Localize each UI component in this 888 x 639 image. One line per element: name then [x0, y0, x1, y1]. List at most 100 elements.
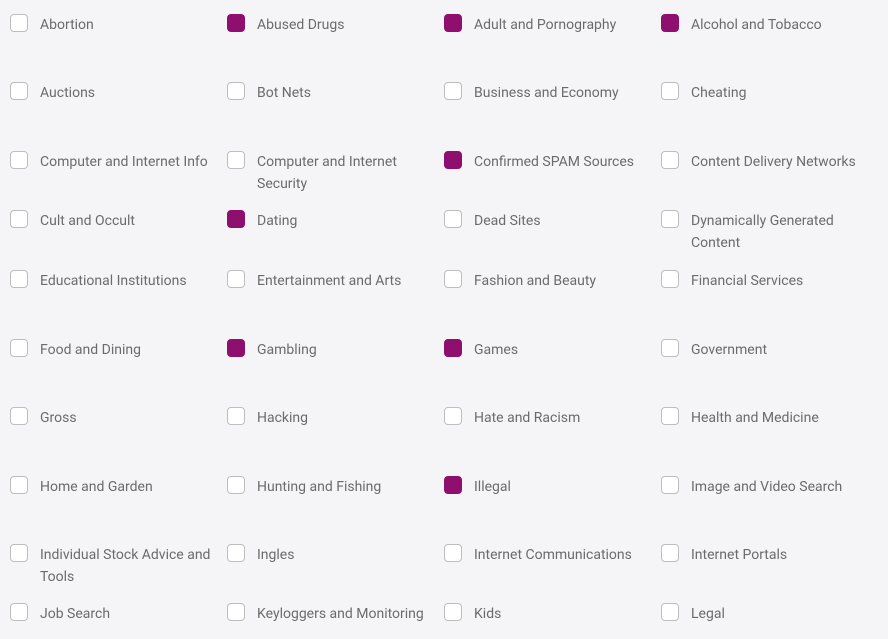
checkbox-dynamically-generated-content[interactable] [661, 210, 679, 228]
checkbox-image-and-video-search[interactable] [661, 476, 679, 494]
category-item-hate-and-racism: Hate and Racism [444, 407, 661, 429]
category-label[interactable]: Home and Garden [40, 476, 153, 498]
category-label[interactable]: Keyloggers and Monitoring [257, 603, 424, 625]
checkbox-cheating[interactable] [661, 82, 679, 100]
checkbox-computer-and-internet-info[interactable] [10, 151, 28, 169]
category-label[interactable]: Alcohol and Tobacco [691, 14, 822, 36]
category-label[interactable]: Abortion [40, 14, 94, 36]
checkbox-hacking[interactable] [227, 407, 245, 425]
category-label[interactable]: Hacking [257, 407, 308, 429]
category-item-government: Government [661, 339, 878, 361]
category-label[interactable]: Individual Stock Advice and Tools [40, 544, 219, 589]
category-item-abused-drugs: Abused Drugs [227, 14, 444, 36]
checkbox-government[interactable] [661, 339, 679, 357]
category-item-cult-and-occult: Cult and Occult [10, 210, 227, 232]
category-item-illegal: Illegal [444, 476, 661, 498]
category-label[interactable]: Financial Services [691, 270, 803, 292]
checkbox-legal[interactable] [661, 603, 679, 621]
category-label[interactable]: Ingles [257, 544, 294, 566]
category-item-dating: Dating [227, 210, 444, 232]
category-label[interactable]: Confirmed SPAM Sources [474, 151, 634, 173]
checkbox-abused-drugs[interactable] [227, 14, 245, 32]
category-item-content-delivery-networks: Content Delivery Networks [661, 151, 878, 173]
category-label[interactable]: Cult and Occult [40, 210, 135, 232]
checkbox-bot-nets[interactable] [227, 82, 245, 100]
category-item-food-and-dining: Food and Dining [10, 339, 227, 361]
checkbox-home-and-garden[interactable] [10, 476, 28, 494]
category-label[interactable]: Dating [257, 210, 297, 232]
category-label[interactable]: Fashion and Beauty [474, 270, 596, 292]
checkbox-hate-and-racism[interactable] [444, 407, 462, 425]
category-label[interactable]: Internet Communications [474, 544, 632, 566]
category-item-alcohol-and-tobacco: Alcohol and Tobacco [661, 14, 878, 36]
category-item-auctions: Auctions [10, 82, 227, 104]
category-label[interactable]: Abused Drugs [257, 14, 344, 36]
checkbox-fashion-and-beauty[interactable] [444, 270, 462, 288]
category-label[interactable]: Government [691, 339, 767, 361]
category-label[interactable]: Computer and Internet Info [40, 151, 208, 173]
checkbox-job-search[interactable] [10, 603, 28, 621]
category-item-dynamically-generated-content: Dynamically Generated Content [661, 210, 878, 255]
category-label[interactable]: Adult and Pornography [474, 14, 616, 36]
checkbox-health-and-medicine[interactable] [661, 407, 679, 425]
category-label[interactable]: Computer and Internet Security [257, 151, 436, 196]
category-label[interactable]: Food and Dining [40, 339, 141, 361]
checkbox-kids[interactable] [444, 603, 462, 621]
category-item-internet-portals: Internet Portals [661, 544, 878, 566]
category-item-kids: Kids [444, 603, 661, 625]
checkbox-abortion[interactable] [10, 14, 28, 32]
category-label[interactable]: Bot Nets [257, 82, 311, 104]
category-item-financial-services: Financial Services [661, 270, 878, 292]
checkbox-financial-services[interactable] [661, 270, 679, 288]
checkbox-dating[interactable] [227, 210, 245, 228]
category-label[interactable]: Internet Portals [691, 544, 787, 566]
checkbox-dead-sites[interactable] [444, 210, 462, 228]
checkbox-gambling[interactable] [227, 339, 245, 357]
checkbox-ingles[interactable] [227, 544, 245, 562]
category-item-confirmed-spam-sources: Confirmed SPAM Sources [444, 151, 661, 173]
category-label[interactable]: Hate and Racism [474, 407, 580, 429]
checkbox-educational-institutions[interactable] [10, 270, 28, 288]
category-label[interactable]: Dynamically Generated Content [691, 210, 870, 255]
category-item-dead-sites: Dead Sites [444, 210, 661, 232]
category-label[interactable]: Cheating [691, 82, 746, 104]
checkbox-illegal[interactable] [444, 476, 462, 494]
category-label[interactable]: Content Delivery Networks [691, 151, 856, 173]
category-item-job-search: Job Search [10, 603, 227, 625]
checkbox-cult-and-occult[interactable] [10, 210, 28, 228]
checkbox-individual-stock-advice-and-tools[interactable] [10, 544, 28, 562]
checkbox-games[interactable] [444, 339, 462, 357]
category-label[interactable]: Gross [40, 407, 77, 429]
checkbox-hunting-and-fishing[interactable] [227, 476, 245, 494]
category-label[interactable]: Hunting and Fishing [257, 476, 381, 498]
checkbox-auctions[interactable] [10, 82, 28, 100]
category-label[interactable]: Auctions [40, 82, 95, 104]
checkbox-entertainment-and-arts[interactable] [227, 270, 245, 288]
category-label[interactable]: Educational Institutions [40, 270, 187, 292]
checkbox-confirmed-spam-sources[interactable] [444, 151, 462, 169]
checkbox-content-delivery-networks[interactable] [661, 151, 679, 169]
category-item-bot-nets: Bot Nets [227, 82, 444, 104]
checkbox-gross[interactable] [10, 407, 28, 425]
checkbox-internet-portals[interactable] [661, 544, 679, 562]
checkbox-food-and-dining[interactable] [10, 339, 28, 357]
category-label[interactable]: Gambling [257, 339, 317, 361]
checkbox-internet-communications[interactable] [444, 544, 462, 562]
checkbox-computer-and-internet-security[interactable] [227, 151, 245, 169]
category-label[interactable]: Illegal [474, 476, 511, 498]
category-label[interactable]: Legal [691, 603, 725, 625]
checkbox-adult-and-pornography[interactable] [444, 14, 462, 32]
category-label[interactable]: Games [474, 339, 518, 361]
category-filter-grid: Abortion Abused Drugs Adult and Pornograph… [10, 14, 878, 625]
category-label[interactable]: Kids [474, 603, 501, 625]
checkbox-alcohol-and-tobacco[interactable] [661, 14, 679, 32]
category-label[interactable]: Health and Medicine [691, 407, 819, 429]
category-label[interactable]: Entertainment and Arts [257, 270, 401, 292]
checkbox-business-and-economy[interactable] [444, 82, 462, 100]
category-label[interactable]: Job Search [40, 603, 110, 625]
checkbox-keyloggers-and-monitoring[interactable] [227, 603, 245, 621]
category-label[interactable]: Business and Economy [474, 82, 619, 104]
category-label[interactable]: Image and Video Search [691, 476, 842, 498]
category-label[interactable]: Dead Sites [474, 210, 541, 232]
category-item-ingles: Ingles [227, 544, 444, 566]
